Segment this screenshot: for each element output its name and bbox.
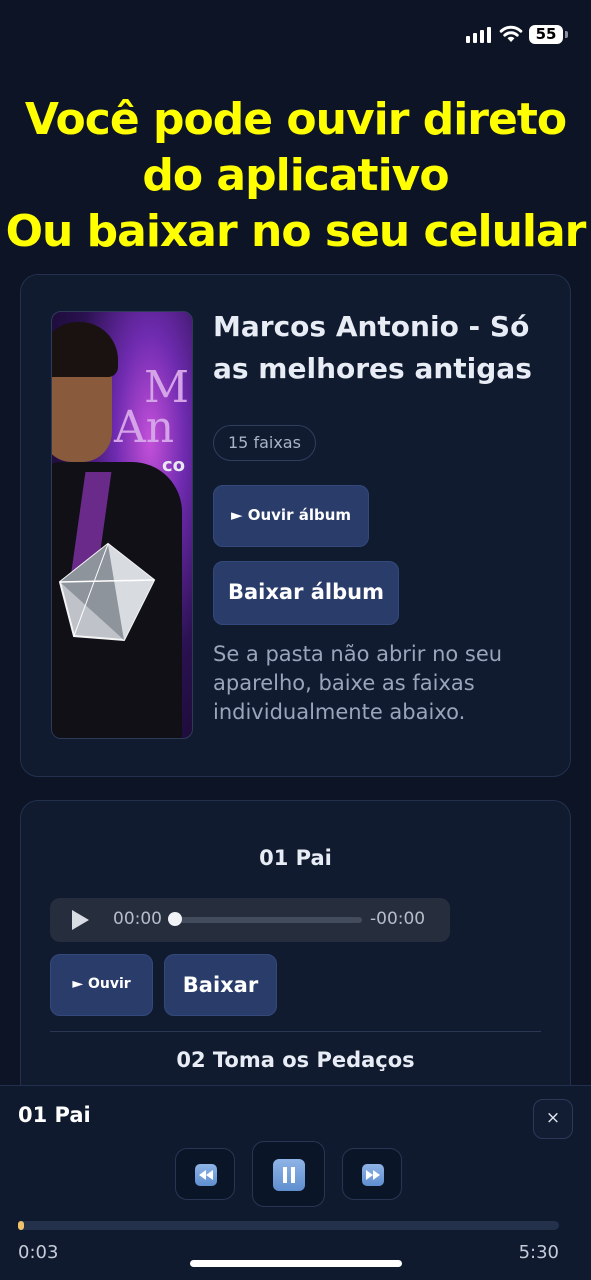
cellular-signal-icon	[466, 27, 491, 43]
audio-seek-bar[interactable]	[174, 917, 362, 923]
status-bar: 55	[0, 0, 591, 70]
audio-current-time: 00:00	[113, 909, 162, 929]
rewind-icon	[195, 1164, 217, 1186]
listen-track-button[interactable]: ► Ouvir	[50, 954, 153, 1016]
next-button[interactable]	[342, 1148, 402, 1200]
playback-progress-bar[interactable]	[18, 1221, 559, 1230]
track-title: 02 Toma os Pedaços	[176, 1048, 415, 1072]
album-download-note: Se a pasta não abrir no seu aparelho, ba…	[213, 642, 503, 724]
playback-current-time: 0:03	[18, 1242, 59, 1263]
listen-album-button[interactable]: ► Ouvir álbum	[213, 485, 369, 547]
previous-button[interactable]	[175, 1148, 235, 1200]
headline-line-2: do aplicativo	[142, 150, 449, 201]
download-track-button[interactable]: Baixar	[164, 954, 277, 1016]
audio-remaining-time: -00:00	[370, 909, 426, 929]
headline-line-3: Ou baixar no seu celular	[5, 206, 587, 257]
playback-progress-fill	[18, 1221, 25, 1230]
home-indicator	[190, 1260, 402, 1267]
pause-icon	[273, 1159, 305, 1191]
download-album-button[interactable]: Baixar álbum	[213, 561, 399, 625]
pause-button[interactable]	[252, 1141, 325, 1207]
headline-line-1: Você pode ouvir direto	[24, 94, 567, 145]
now-playing-title: 01 Pai	[18, 1103, 91, 1127]
album-cover-image: M An co	[51, 311, 193, 739]
play-icon[interactable]	[72, 910, 89, 930]
track-divider	[50, 1031, 541, 1032]
wifi-icon	[499, 25, 523, 42]
album-title: Marcos Antonio - Só as melhores antigas	[213, 310, 532, 385]
track-count-badge: 15 faixas	[213, 425, 316, 461]
close-player-button[interactable]: ×	[533, 1099, 573, 1139]
promo-headline: Você pode ouvir direto do aplicativo Ou …	[0, 92, 591, 260]
track-title: 01 Pai	[259, 846, 332, 870]
playback-total-time: 5:30	[518, 1242, 559, 1263]
cover-figure-hair	[52, 322, 118, 377]
battery-icon: 55	[529, 25, 568, 44]
fast-forward-icon	[362, 1164, 384, 1186]
cover-text: co	[162, 455, 186, 476]
diamond-graphic	[58, 542, 156, 642]
audio-player[interactable]: 00:00 -00:00	[50, 898, 450, 942]
audio-seek-handle[interactable]	[168, 912, 182, 926]
cover-text: An	[114, 402, 175, 453]
